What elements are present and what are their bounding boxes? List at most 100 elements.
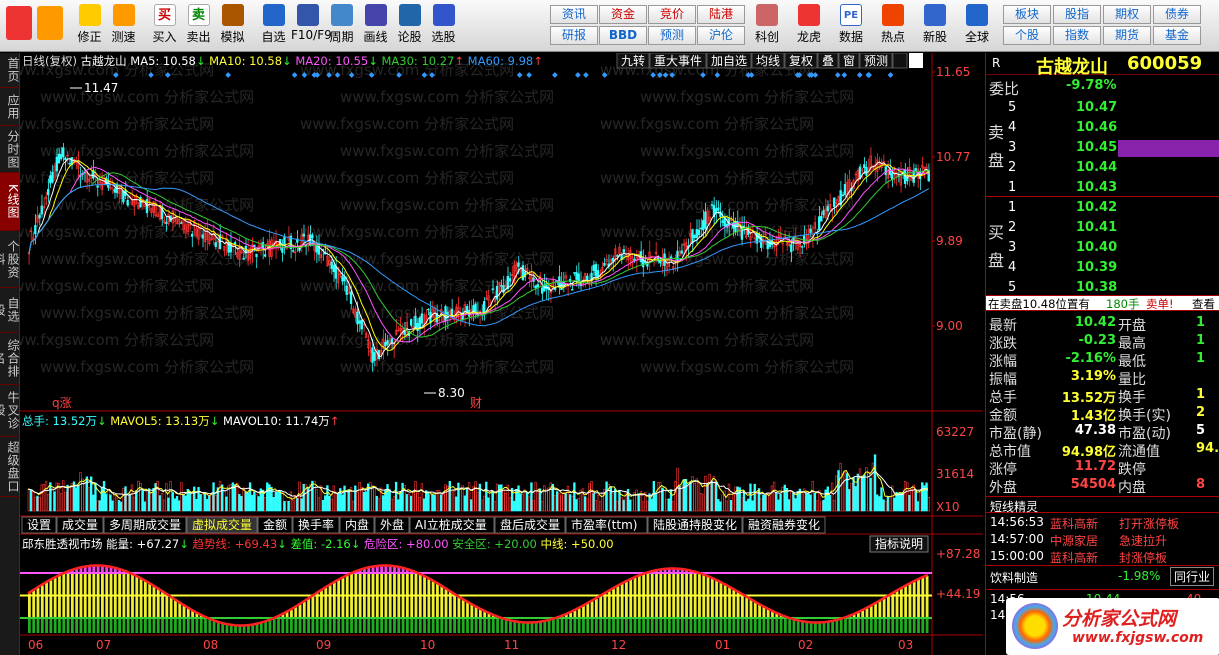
indicator-tab-4[interactable]: 金额 xyxy=(257,516,293,534)
volume-bar xyxy=(852,477,855,512)
toolbar-btn-top-2[interactable]: 竞价 xyxy=(648,5,696,24)
indicator-tab-3[interactable]: 虚拟成交量 xyxy=(186,516,258,534)
toolbar-clock-button[interactable]: 测速 xyxy=(107,4,140,45)
toolbar2-btn-bottom-0[interactable]: 个股 xyxy=(1003,26,1051,45)
indicator-tab-0[interactable]: 设置 xyxy=(21,516,57,534)
indicator-bar-safe xyxy=(582,618,585,633)
toolbar-btn-top-0[interactable]: 资讯 xyxy=(550,5,598,24)
kline-tool-4[interactable]: 复权 xyxy=(784,53,818,69)
toolbar-pe-button[interactable]: PE 数据 xyxy=(831,4,871,45)
candle-body xyxy=(330,261,333,269)
kline-tool-6[interactable]: 窗 xyxy=(838,53,860,69)
left-tab-1[interactable]: 应用 xyxy=(0,88,20,126)
indicator-tab-10[interactable]: 市盈率(ttm) xyxy=(565,516,648,534)
toolbar-chart-button[interactable]: 科创 xyxy=(747,4,787,45)
indicator-bar-safe xyxy=(792,618,796,633)
toolbar-f10-button[interactable]: F10/F9 xyxy=(291,4,332,42)
indicator-bar-safe xyxy=(856,618,860,633)
lock-icon[interactable] xyxy=(892,53,908,69)
toolbar-label: 测速 xyxy=(111,30,136,44)
toolbar-cycle-button[interactable]: 周期 xyxy=(325,4,358,45)
watermark-text: www.fxgsw.com 分析家公式网 xyxy=(300,115,514,133)
left-tab-6[interactable]: 综合排名 xyxy=(0,333,20,385)
toolbar-back-arrow-button[interactable] xyxy=(35,4,65,42)
indicator-header-part: 危险区: +80.00 xyxy=(364,537,452,551)
toolbar-globe-button[interactable]: 全球 xyxy=(957,4,997,45)
toolbar2-btn-top-3[interactable]: 债券 xyxy=(1153,5,1201,24)
q-marker[interactable]: q涨 xyxy=(52,395,72,410)
left-tab-4[interactable]: 个股资料 xyxy=(0,231,20,288)
toolbar-up-down-button[interactable]: 修正 xyxy=(73,4,106,45)
left-tab-7[interactable]: 牛叉诊股 xyxy=(0,385,20,437)
order-alert-row[interactable]: 在卖盘10.48位置有 180手 卖单! 查看 xyxy=(986,295,1219,311)
toolbar2-btn-top-2[interactable]: 期权 xyxy=(1103,5,1151,24)
toolbar-buy-button[interactable]: 买买入 xyxy=(148,4,181,45)
indicator-bar-mid xyxy=(423,575,426,618)
toolbar-discuss-button[interactable]: 论股 xyxy=(393,4,426,45)
candle-body xyxy=(420,313,424,324)
candle-body xyxy=(341,275,344,282)
toolbar-star-button[interactable]: 自选 xyxy=(257,4,290,45)
kline-tool-0[interactable]: 九转 xyxy=(616,53,650,69)
up-down-icon xyxy=(78,4,101,26)
toolbar-sell-button[interactable]: 卖卖出 xyxy=(182,4,215,45)
kline-tool-3[interactable]: 均线 xyxy=(751,53,785,69)
hot-icon xyxy=(882,4,904,26)
indicator-bar-mid xyxy=(745,596,749,618)
left-tab-3[interactable]: K线图 xyxy=(0,173,20,231)
kline-tool-7[interactable]: 预测 xyxy=(859,53,893,69)
kline-tool-2[interactable]: 加自选 xyxy=(706,53,752,69)
indicator-tab-1[interactable]: 成交量 xyxy=(56,516,104,534)
volume-bar xyxy=(893,497,896,512)
indicator-tab-5[interactable]: 换手率 xyxy=(292,516,340,534)
left-tab-5[interactable]: 自选股 xyxy=(0,288,20,333)
toolbar-btn-top-1[interactable]: 资金 xyxy=(599,5,647,24)
toolbar2-btn-bottom-1[interactable]: 指数 xyxy=(1053,26,1101,45)
cai-marker[interactable]: 财 xyxy=(470,396,482,410)
left-tab-2[interactable]: 分时图 xyxy=(0,126,20,173)
indicator-bar-safe xyxy=(496,618,499,633)
same-industry-button[interactable]: 同行业 xyxy=(1170,567,1215,586)
toolbar2-btn-top-0[interactable]: 板块 xyxy=(1003,5,1051,24)
collapse-arrow-icon[interactable] xyxy=(909,53,923,68)
toolbar2-btn-bottom-2[interactable]: 期货 xyxy=(1103,26,1151,45)
spirit-header[interactable]: 短线精灵 xyxy=(986,496,1219,514)
left-tab-8[interactable]: 超级盘口 xyxy=(0,437,20,497)
indicator-tab-8[interactable]: AI立桩成交量 xyxy=(409,516,495,534)
indicator-explain-button[interactable]: 指标说明 xyxy=(869,535,929,553)
indicator-bar-safe xyxy=(182,618,186,633)
order-alert-view-link[interactable]: 查看 xyxy=(1192,296,1215,312)
toolbar-pen-button[interactable]: 画线 xyxy=(359,4,392,45)
volume-bar xyxy=(622,499,625,512)
kline-tool-1[interactable]: 重大事件 xyxy=(649,53,707,69)
indicator-tab-7[interactable]: 外盘 xyxy=(374,516,410,534)
toolbar-btn-bottom-1[interactable]: BBD xyxy=(599,26,647,45)
left-tab-0[interactable]: 首页 xyxy=(0,53,20,88)
toolbar-hammer-button[interactable]: 模拟 xyxy=(216,4,249,45)
spirit-event[interactable]: 14:56:53 蓝科高新 打开涨停板 xyxy=(986,515,1219,533)
volume-bar xyxy=(908,494,911,512)
toolbar-grid-button[interactable] xyxy=(4,4,34,42)
toolbar-hot-button[interactable]: 热点 xyxy=(873,4,913,45)
toolbar-magnifier-button[interactable]: 选股 xyxy=(427,4,460,45)
level-number: 5 xyxy=(1008,280,1017,295)
kline-tool-5[interactable]: 叠 xyxy=(817,53,839,69)
main-toolbar: 修正 测速买买入卖卖出 模拟 自选 F10/F9 周期 画线 论股 选股 资讯研报 资金 BBD 竞价预… xyxy=(0,0,1219,52)
candle-body xyxy=(693,235,696,239)
toolbar-btn-bottom-3[interactable]: 沪伦 xyxy=(697,26,745,45)
toolbar-btn-bottom-0[interactable]: 研报 xyxy=(550,26,598,45)
spirit-event[interactable]: 14:57:00 中源家居 急速拉升 xyxy=(986,532,1219,550)
indicator-tab-11[interactable]: 陆股通持股变化 xyxy=(647,516,743,534)
toolbar-btn-top-3[interactable]: 陆港 xyxy=(697,5,745,24)
candle-body xyxy=(349,291,353,304)
indicator-tab-6[interactable]: 内盘 xyxy=(339,516,375,534)
toolbar-newstock-button[interactable]: 新股 xyxy=(915,4,955,45)
toolbar-btn-bottom-2[interactable]: 预测 xyxy=(648,26,696,45)
volume-bar xyxy=(749,483,752,512)
indicator-tab-9[interactable]: 盘后成交量 xyxy=(494,516,566,534)
toolbar2-btn-bottom-3[interactable]: 基金 xyxy=(1153,26,1201,45)
indicator-tab-2[interactable]: 多周期成交量 xyxy=(103,516,187,534)
indicator-tab-12[interactable]: 融资融券变化 xyxy=(742,516,826,534)
toolbar-dragon-button[interactable]: 龙虎 xyxy=(789,4,829,45)
toolbar2-btn-top-1[interactable]: 股指 xyxy=(1053,5,1101,24)
